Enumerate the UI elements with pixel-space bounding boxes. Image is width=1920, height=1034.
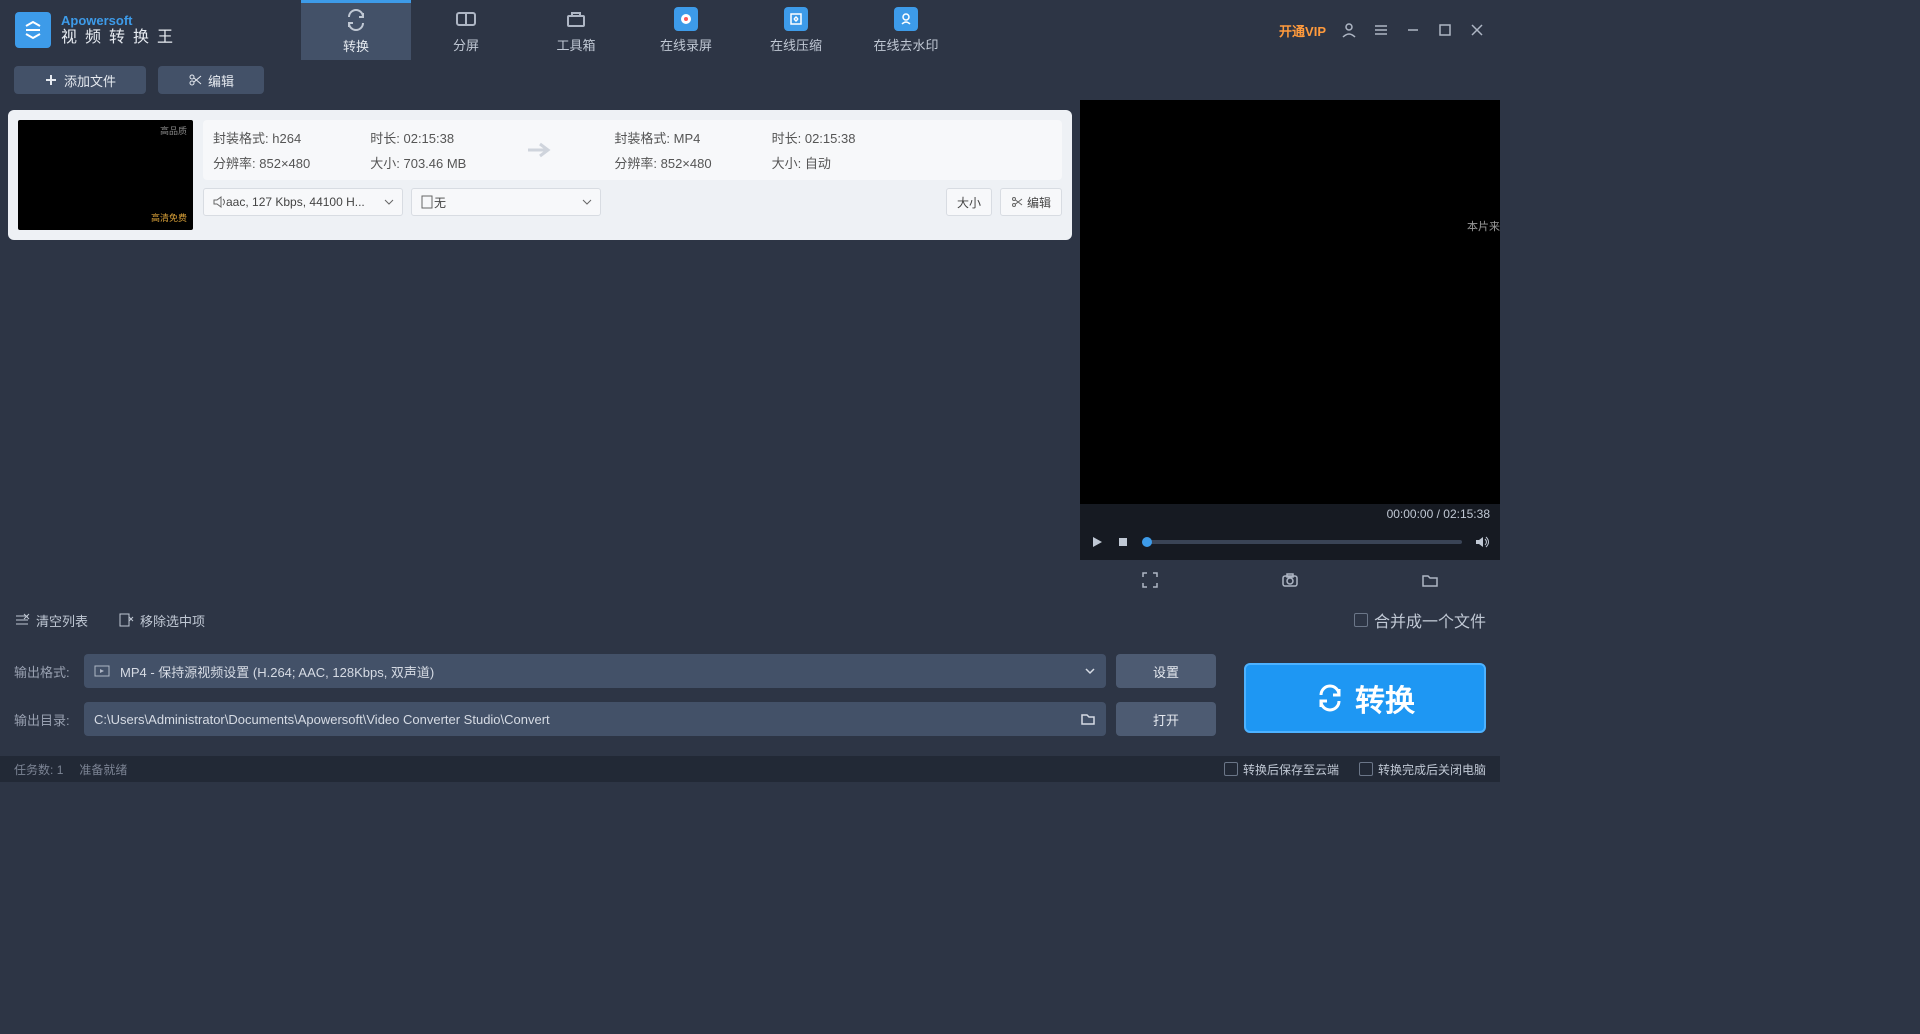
window-controls: 开通VIP — [1279, 21, 1500, 40]
chevron-down-icon — [1084, 665, 1096, 677]
logo-icon — [15, 12, 51, 48]
preview-tools — [1080, 560, 1500, 600]
fullscreen-icon[interactable] — [1139, 569, 1161, 591]
seek-slider[interactable] — [1142, 540, 1462, 544]
shutdown-checkbox[interactable]: 转换完成后关闭电脑 — [1359, 761, 1486, 778]
tasks-count: 任务数: 1 — [14, 761, 63, 778]
preview-timecode: 00:00:00 / 02:15:38 — [1387, 507, 1490, 521]
output-dir-input[interactable]: C:\Users\Administrator\Documents\Apowers… — [84, 702, 1106, 736]
tab-convert[interactable]: 转换 — [301, 0, 411, 60]
vip-link[interactable]: 开通VIP — [1279, 21, 1326, 40]
toolbar: 添加文件 编辑 — [0, 60, 1500, 100]
arrow-right-icon — [526, 140, 554, 160]
clear-list-button[interactable]: 清空列表 — [14, 611, 88, 630]
title-bar: Apowersoft 视频转换王 转换 分屏 工具箱 在线录屏 — [0, 0, 1500, 60]
file-card[interactable]: 高品质 高清免费 封装格式: h264 分辨率: 852×480 时长: 02:… — [8, 110, 1072, 240]
record-icon — [674, 7, 698, 31]
merge-checkbox[interactable]: 合并成一个文件 — [1354, 608, 1486, 632]
close-button[interactable] — [1468, 21, 1486, 39]
tab-compress[interactable]: 在线压缩 — [741, 0, 851, 60]
output-dir-label: 输出目录: — [14, 710, 74, 729]
user-icon[interactable] — [1340, 21, 1358, 39]
video-file-icon — [94, 663, 110, 679]
source-info: 封装格式: h264 分辨率: 852×480 — [213, 128, 310, 172]
open-folder-button[interactable]: 打开 — [1116, 702, 1216, 736]
snapshot-icon[interactable] — [1279, 569, 1301, 591]
scissors-icon — [188, 73, 202, 87]
toolbox-icon — [564, 7, 588, 31]
preview-canvas[interactable]: 本片来 — [1080, 100, 1500, 504]
status-text: 准备就绪 — [79, 761, 127, 778]
page-icon — [420, 195, 434, 209]
audio-dropdown[interactable]: aac, 127 Kbps, 44100 H... — [203, 188, 403, 216]
folder-icon — [1080, 711, 1096, 727]
maximize-button[interactable] — [1436, 21, 1454, 39]
checkbox-icon — [1224, 762, 1238, 776]
video-thumbnail[interactable]: 高品质 高清免费 — [18, 120, 193, 230]
split-icon — [454, 7, 478, 31]
output-format-label: 输出格式: — [14, 662, 74, 681]
menu-icon[interactable] — [1372, 21, 1390, 39]
convert-icon — [1315, 683, 1345, 713]
output-format-dropdown[interactable]: MP4 - 保持源视频设置 (H.264; AAC, 128Kbps, 双声道) — [84, 654, 1106, 688]
checkbox-icon — [1354, 613, 1368, 627]
compress-icon — [784, 7, 808, 31]
preview-panel: 本片来 00:00:00 / 02:15:38 — [1080, 100, 1500, 600]
remove-icon — [118, 612, 134, 628]
remove-selected-button[interactable]: 移除选中项 — [118, 611, 205, 630]
size-button[interactable]: 大小 — [946, 188, 992, 216]
target-info: 封装格式: MP4 分辨率: 852×480 — [614, 128, 711, 172]
play-button[interactable] — [1090, 535, 1104, 549]
brand-text: Apowersoft — [61, 13, 181, 29]
clear-icon — [14, 612, 30, 628]
chevron-down-icon — [582, 197, 592, 207]
content-area: 高品质 高清免费 封装格式: h264 分辨率: 852×480 时长: 02:… — [0, 100, 1500, 600]
watermark-icon — [894, 7, 918, 31]
scissors-icon — [1011, 196, 1023, 208]
item-edit-button[interactable]: 编辑 — [1000, 188, 1062, 216]
settings-button[interactable]: 设置 — [1116, 654, 1216, 688]
folder-icon[interactable] — [1419, 569, 1441, 591]
tab-split[interactable]: 分屏 — [411, 0, 521, 60]
convert-icon — [344, 8, 368, 32]
subtitle-dropdown[interactable]: 无 — [411, 188, 601, 216]
plus-icon — [44, 73, 58, 87]
stop-button[interactable] — [1116, 535, 1130, 549]
tab-toolbox[interactable]: 工具箱 — [521, 0, 631, 60]
main-tabs: 转换 分屏 工具箱 在线录屏 在线压缩 — [301, 0, 961, 60]
file-list: 高品质 高清免费 封装格式: h264 分辨率: 852×480 时长: 02:… — [0, 100, 1080, 600]
convert-button[interactable]: 转换 — [1244, 663, 1486, 733]
minimize-button[interactable] — [1404, 21, 1422, 39]
status-bar: 任务数: 1 准备就绪 转换后保存至云端 转换完成后关闭电脑 — [0, 756, 1500, 782]
checkbox-icon — [1359, 762, 1373, 776]
app-name: 视频转换王 — [61, 28, 181, 47]
tab-record[interactable]: 在线录屏 — [631, 0, 741, 60]
chevron-down-icon — [384, 197, 394, 207]
list-actions-bar: 清空列表 移除选中项 合并成一个文件 — [0, 600, 1500, 640]
tab-watermark[interactable]: 在线去水印 — [851, 0, 961, 60]
add-files-button[interactable]: 添加文件 — [14, 66, 146, 94]
save-cloud-checkbox[interactable]: 转换后保存至云端 — [1224, 761, 1339, 778]
speaker-icon — [212, 195, 226, 209]
volume-icon[interactable] — [1474, 534, 1490, 550]
edit-button[interactable]: 编辑 — [158, 66, 264, 94]
player-controls — [1080, 524, 1500, 560]
output-panel: 输出格式: MP4 - 保持源视频设置 (H.264; AAC, 128Kbps… — [0, 640, 1500, 756]
preview-watermark: 本片来 — [1467, 218, 1500, 234]
file-info-row: 封装格式: h264 分辨率: 852×480 时长: 02:15:38 大小:… — [203, 120, 1062, 180]
app-logo: Apowersoft 视频转换王 — [0, 12, 181, 48]
